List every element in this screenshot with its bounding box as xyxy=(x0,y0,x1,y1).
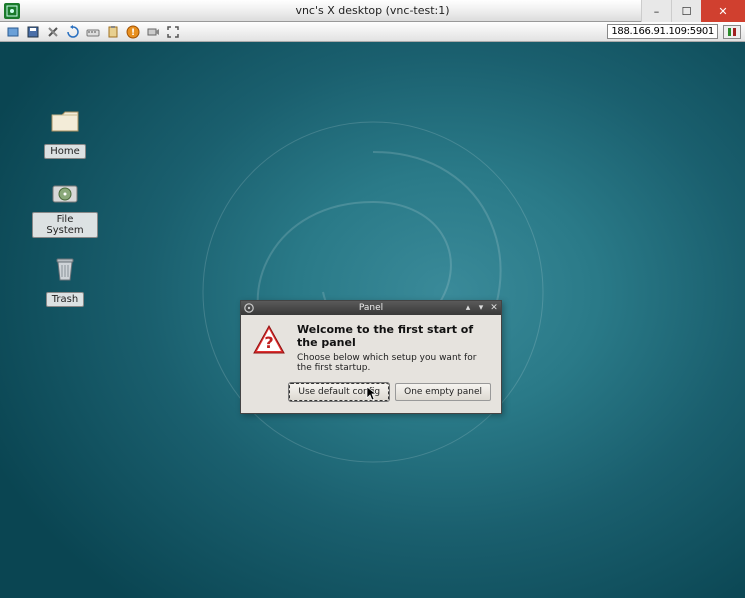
vnc-toolbar: ! 188.166.91.109:5901 xyxy=(0,22,745,42)
new-connection-icon[interactable] xyxy=(4,24,22,40)
desktop-icon-filesystem[interactable]: File System xyxy=(32,177,98,238)
drive-icon xyxy=(49,177,81,209)
connection-address: 188.166.91.109:5901 xyxy=(607,24,718,39)
panel-dialog-message: Choose below which setup you want for th… xyxy=(297,353,491,373)
desktop-icon-label: Home xyxy=(44,144,86,159)
refresh-icon[interactable] xyxy=(64,24,82,40)
host-close-button[interactable]: ✕ xyxy=(701,0,745,22)
host-window-title: vnc's X desktop (vnc-test:1) xyxy=(295,4,449,17)
panel-minimize-button[interactable]: ▾ xyxy=(476,303,486,313)
save-icon[interactable] xyxy=(24,24,42,40)
svg-text:?: ? xyxy=(264,333,273,352)
gear-icon xyxy=(243,302,255,314)
host-maximize-button[interactable]: ☐ xyxy=(671,0,701,22)
trash-icon xyxy=(49,252,81,284)
remote-desktop[interactable]: Home File System Trash Panel ▴ ▾ ✕ ? xyxy=(0,42,745,598)
svg-text:!: ! xyxy=(131,28,135,38)
desktop-icon-label: File System xyxy=(32,212,98,238)
use-default-config-button[interactable]: Use default config xyxy=(289,383,389,401)
host-window-titlebar: vnc's X desktop (vnc-test:1) – ☐ ✕ xyxy=(0,0,745,22)
options-icon[interactable] xyxy=(44,24,62,40)
ctrl-alt-del-icon[interactable] xyxy=(84,24,102,40)
panel-dialog-heading: Welcome to the first start of the panel xyxy=(297,323,491,349)
desktop-icon-home[interactable]: Home xyxy=(32,104,98,159)
panel-dialog-window: Panel ▴ ▾ ✕ ? Welcome to the first start… xyxy=(240,300,502,414)
fullscreen-icon[interactable] xyxy=(164,24,182,40)
vnc-app-icon xyxy=(4,3,20,19)
clipboard-icon[interactable] xyxy=(104,24,122,40)
record-icon[interactable] xyxy=(144,24,162,40)
panel-dialog-titlebar[interactable]: Panel ▴ ▾ ✕ xyxy=(241,301,501,315)
connection-status-icon xyxy=(723,25,741,39)
info-icon[interactable]: ! xyxy=(124,24,142,40)
panel-close-button[interactable]: ✕ xyxy=(489,303,499,313)
panel-rollup-button[interactable]: ▴ xyxy=(463,303,473,313)
warning-icon: ? xyxy=(251,323,287,373)
wallpaper-swirl xyxy=(173,92,573,492)
desktop-icon-label: Trash xyxy=(46,292,84,307)
desktop-icon-trash[interactable]: Trash xyxy=(32,252,98,307)
panel-dialog-title: Panel xyxy=(359,303,383,313)
folder-home-icon xyxy=(49,104,81,136)
one-empty-panel-button[interactable]: One empty panel xyxy=(395,383,491,401)
host-minimize-button[interactable]: – xyxy=(641,0,671,22)
